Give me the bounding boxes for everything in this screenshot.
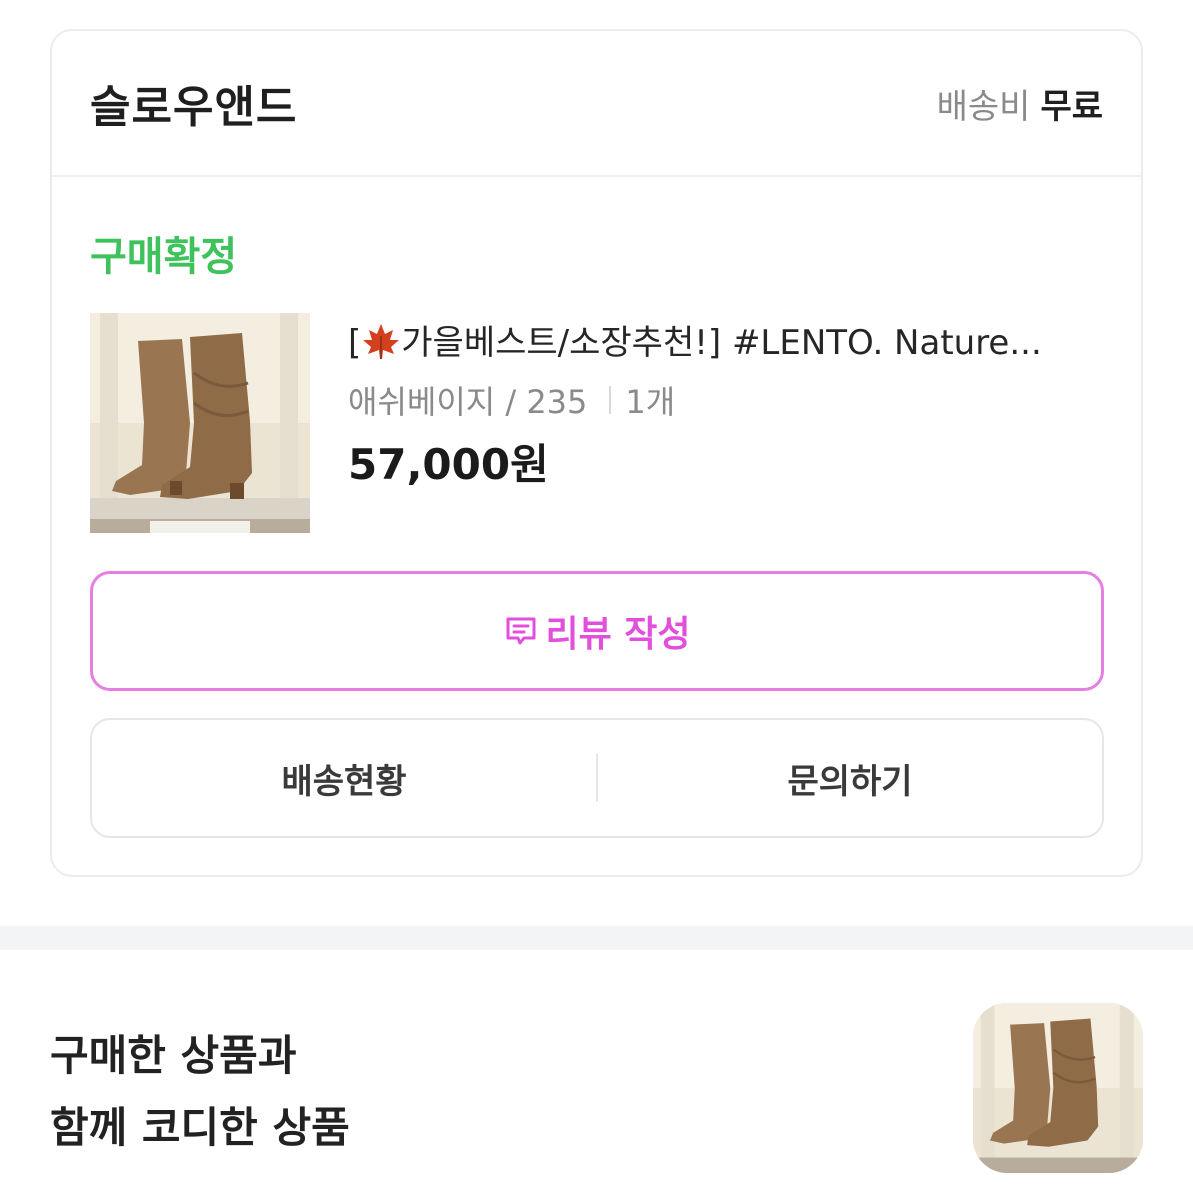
write-review-button[interactable]: 리뷰 작성 — [90, 571, 1104, 691]
shipping-status-button[interactable]: 배송현황 — [92, 720, 596, 836]
coordi-title-line2: 함께 코디한 상품 — [50, 1103, 350, 1152]
title-text: 가을베스트/소장추천!] #LENTO. Nature... — [401, 323, 1042, 363]
order-action-row: 배송현황 문의하기 — [90, 718, 1104, 838]
order-card: 슬로우앤드 배송비 무료 구매확정 [ 가을베스트/소장추천!] #LENTO. N… — [50, 29, 1143, 877]
review-chat-icon — [506, 617, 536, 645]
option-text: 애쉬베이지 / 235 — [348, 383, 588, 421]
write-review-label: 리뷰 작성 — [545, 614, 691, 655]
title-bracket: [ — [348, 323, 362, 363]
quantity-text: 1개 — [625, 383, 676, 421]
shipping-fee-label: 배송비 — [936, 86, 1031, 127]
coordi-title-line1: 구매한 상품과 — [50, 1031, 297, 1080]
product-title[interactable]: [ 가을베스트/소장추천!] #LENTO. Nature... — [348, 315, 1108, 364]
maple-leaf-icon — [363, 324, 400, 359]
product-price: 57,000원 — [348, 440, 549, 489]
coordi-product-thumbnail[interactable] — [973, 1003, 1143, 1173]
option-divider — [609, 386, 612, 414]
shipping-fee: 배송비 무료 — [937, 79, 1103, 128]
inquiry-button[interactable]: 문의하기 — [598, 720, 1102, 836]
boots-photo-icon — [90, 313, 310, 533]
product-image[interactable] — [90, 313, 310, 533]
order-status: 구매확정 — [90, 234, 238, 280]
shop-name[interactable]: 슬로우앤드 — [90, 71, 297, 135]
boots-photo-icon — [973, 1003, 1143, 1173]
product-option: 애쉬베이지 / 235 1개 — [348, 377, 675, 423]
section-separator — [0, 926, 1193, 950]
coordi-section-title: 구매한 상품과 함께 코디한 상품 — [50, 1020, 350, 1164]
shipping-fee-value: 무료 — [1040, 86, 1103, 127]
order-card-header: 슬로우앤드 배송비 무료 — [52, 31, 1141, 177]
